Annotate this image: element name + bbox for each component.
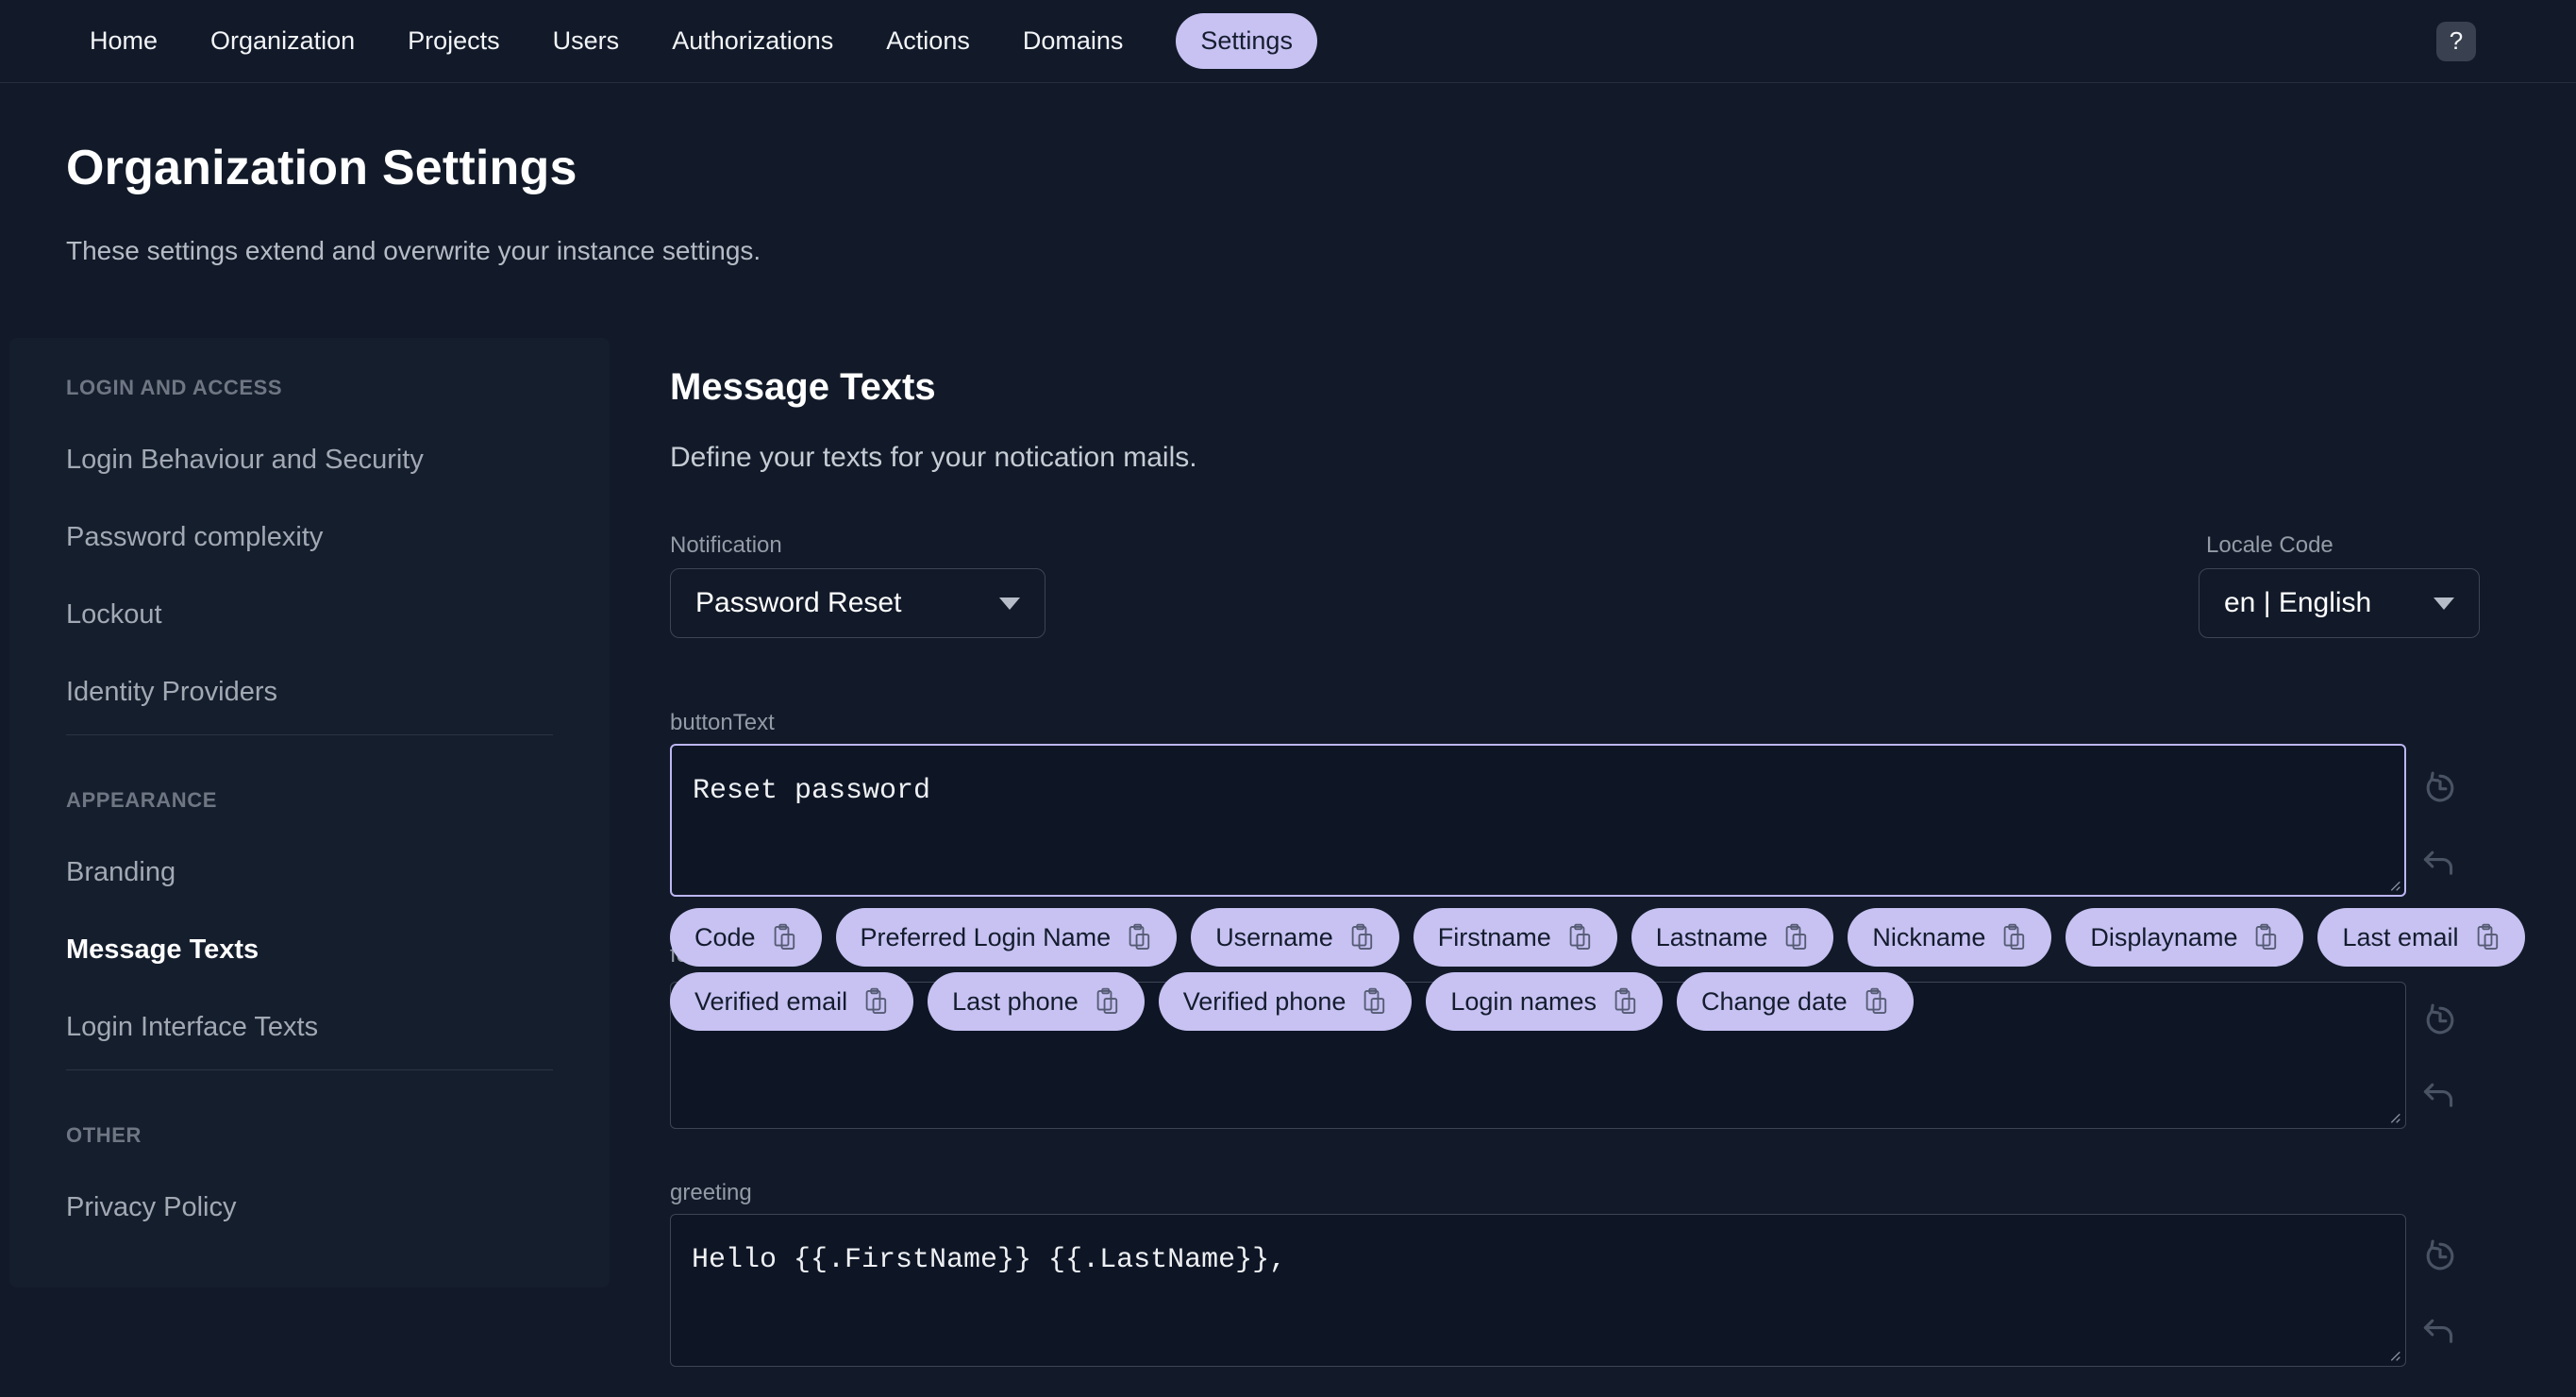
variable-chip-lastname[interactable]: Lastname (1631, 908, 1834, 967)
chip-label: Last email (2342, 922, 2459, 951)
sidebar-section-other: OTHER (66, 1123, 142, 1147)
clipboard-icon (1364, 987, 1385, 1014)
variable-chip-login-names[interactable]: Login names (1426, 972, 1663, 1031)
clipboard-icon (1096, 987, 1117, 1014)
resize-handle-icon[interactable] (2385, 876, 2402, 893)
nav-item-users[interactable]: Users (553, 26, 620, 56)
restore-default-button[interactable] (2417, 1235, 2463, 1280)
clipboard-icon (2256, 923, 2277, 950)
undo-button[interactable] (2417, 1312, 2463, 1357)
section-subtitle: Define your texts for your notication ma… (670, 442, 1197, 473)
chip-label: Change date (1700, 986, 1848, 1016)
variable-chip-nickname[interactable]: Nickname (1848, 908, 2052, 967)
variable-chip-displayname[interactable]: Displayname (2066, 908, 2304, 967)
sidebar-item-message-texts-active[interactable]: Message Texts (66, 934, 259, 966)
nav-item-projects[interactable]: Projects (408, 26, 500, 56)
chip-label: Firstname (1437, 922, 1551, 951)
history-restore-icon (2426, 1002, 2454, 1034)
notification-label: Notification (670, 532, 782, 558)
sidebar-section-appearance: APPEARANCE (66, 788, 218, 812)
sidebar-divider (66, 734, 553, 735)
page-title: Organization Settings (66, 141, 577, 195)
chevron-down-icon (999, 597, 1020, 610)
variable-chip-verified-email[interactable]: Verified email (670, 972, 914, 1031)
variable-chip-verified-phone[interactable]: Verified phone (1158, 972, 1413, 1031)
chip-label: Login names (1450, 986, 1597, 1016)
clipboard-icon (1865, 987, 1886, 1014)
page-header: Organization Settings These settings ext… (66, 140, 761, 266)
settings-sidebar: LOGIN AND ACCESS Login Behaviour and Sec… (9, 338, 610, 1288)
chip-label: Displayname (2090, 922, 2238, 951)
clipboard-icon (1786, 923, 1807, 950)
variable-chip-preferred-login-name[interactable]: Preferred Login Name (835, 908, 1178, 967)
undo-icon (2423, 850, 2453, 875)
nav-item-organization[interactable]: Organization (210, 26, 355, 56)
chip-label: Verified phone (1182, 986, 1347, 1016)
undo-button[interactable] (2417, 844, 2463, 889)
sidebar-divider (66, 1069, 553, 1070)
sidebar-item-login-interface-texts[interactable]: Login Interface Texts (66, 1011, 318, 1043)
locale-code-label: Locale Code (2206, 532, 2333, 558)
sidebar-item-lockout[interactable]: Lockout (66, 598, 162, 631)
section-title: Message Texts (670, 366, 936, 408)
chip-label: Last phone (952, 986, 1079, 1016)
clipboard-icon (2004, 923, 2025, 950)
buttontext-textarea[interactable]: Reset password (670, 744, 2406, 897)
greeting-textarea[interactable]: Hello {{.FirstName}} {{.LastName}}, (670, 1214, 2406, 1367)
sidebar-item-privacy-policy[interactable]: Privacy Policy (66, 1191, 237, 1223)
clipboard-icon (1351, 923, 1372, 950)
resize-handle-icon[interactable] (2385, 1108, 2402, 1125)
sidebar-item-login-behaviour-and-security[interactable]: Login Behaviour and Security (66, 444, 424, 476)
undo-icon (2423, 1083, 2453, 1107)
chip-label: Username (1215, 922, 1333, 951)
chip-label: Code (694, 922, 756, 951)
restore-default-button[interactable] (2417, 999, 2463, 1044)
clipboard-icon (865, 987, 887, 1014)
clipboard-icon (1129, 923, 1150, 950)
locale-code-select[interactable]: en | English (2199, 568, 2480, 638)
clipboard-icon (774, 923, 795, 950)
sidebar-item-branding[interactable]: Branding (66, 856, 176, 888)
notification-select[interactable]: Password Reset (670, 568, 1045, 638)
sidebar-item-password-complexity[interactable]: Password complexity (66, 521, 323, 553)
resize-handle-icon[interactable] (2385, 1346, 2402, 1363)
clipboard-icon (2477, 923, 2498, 950)
undo-button[interactable] (2417, 1076, 2463, 1121)
locale-select-value: en | English (2224, 587, 2372, 618)
restore-default-button[interactable] (2417, 766, 2463, 812)
chevron-down-icon (2434, 597, 2454, 610)
message-texts-panel: Message Texts Define your texts for your… (670, 0, 2525, 1397)
variable-chip-change-date[interactable]: Change date (1676, 972, 1914, 1031)
variable-chips-row-1: Code Preferred Login Name Username First… (670, 908, 2525, 967)
greeting-label: greeting (670, 1180, 752, 1205)
chip-label: Nickname (1872, 922, 1986, 951)
history-restore-icon (2426, 1238, 2454, 1270)
variable-chips-row-2: Verified email Last phone Verified phone… (670, 972, 1914, 1031)
sidebar-section-login-and-access: LOGIN AND ACCESS (66, 376, 283, 399)
undo-icon (2423, 1319, 2453, 1343)
clipboard-icon (1569, 923, 1590, 950)
variable-chip-last-email[interactable]: Last email (2317, 908, 2525, 967)
nav-item-home[interactable]: Home (90, 26, 158, 56)
page-subtitle: These settings extend and overwrite your… (66, 236, 761, 265)
buttontext-field: Reset password (670, 744, 2406, 897)
chip-label: Preferred Login Name (860, 922, 1112, 951)
notification-select-value: Password Reset (695, 587, 902, 618)
variable-chip-firstname[interactable]: Firstname (1413, 908, 1617, 967)
variable-chip-username[interactable]: Username (1191, 908, 1399, 967)
sidebar-item-identity-providers[interactable]: Identity Providers (66, 676, 277, 708)
history-restore-icon (2426, 770, 2454, 801)
clipboard-icon (1614, 987, 1636, 1014)
buttontext-label: buttonText (670, 710, 775, 735)
variable-chip-code[interactable]: Code (670, 908, 822, 967)
variable-chip-last-phone[interactable]: Last phone (928, 972, 1145, 1031)
chip-label: Verified email (694, 986, 848, 1016)
chip-label: Lastname (1655, 922, 1768, 951)
greeting-field: Hello {{.FirstName}} {{.LastName}}, (670, 1214, 2406, 1367)
